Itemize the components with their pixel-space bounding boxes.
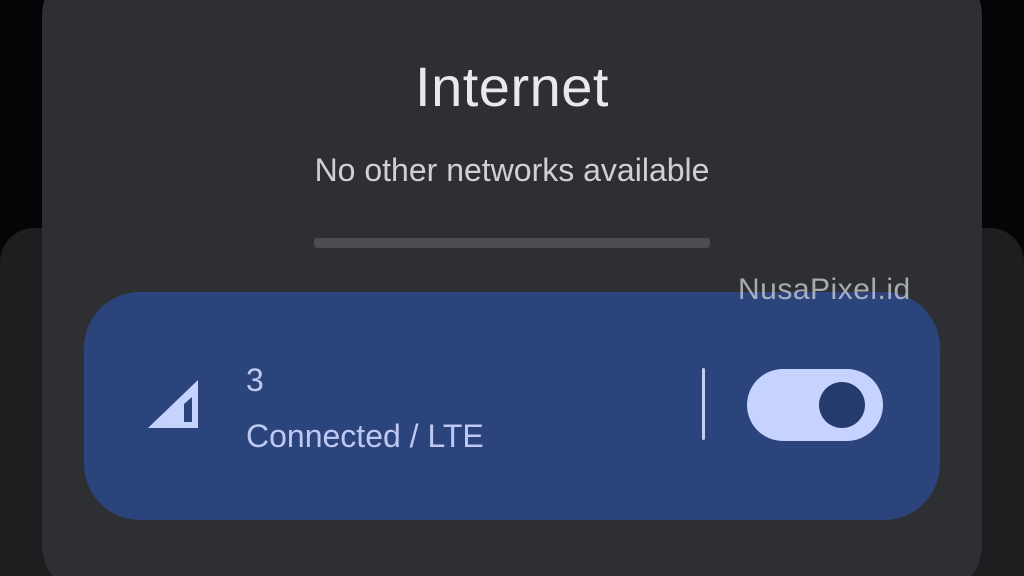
mobile-data-toggle[interactable] <box>747 369 883 441</box>
screen: Internet No other networks available 3 C… <box>0 0 1024 576</box>
watermark-text: NusaPixel.id <box>738 273 911 306</box>
drag-handle-divider <box>314 238 710 248</box>
cellular-signal-icon <box>148 380 198 428</box>
vertical-separator <box>702 368 705 440</box>
connection-status: Connected / LTE <box>246 418 484 454</box>
toggle-knob <box>819 382 865 428</box>
dialog-subtitle: No other networks available <box>314 152 710 188</box>
mobile-network-card[interactable]: 3 Connected / LTE <box>84 292 940 520</box>
carrier-name: 3 <box>246 362 264 398</box>
dialog-title: Internet <box>415 55 609 118</box>
